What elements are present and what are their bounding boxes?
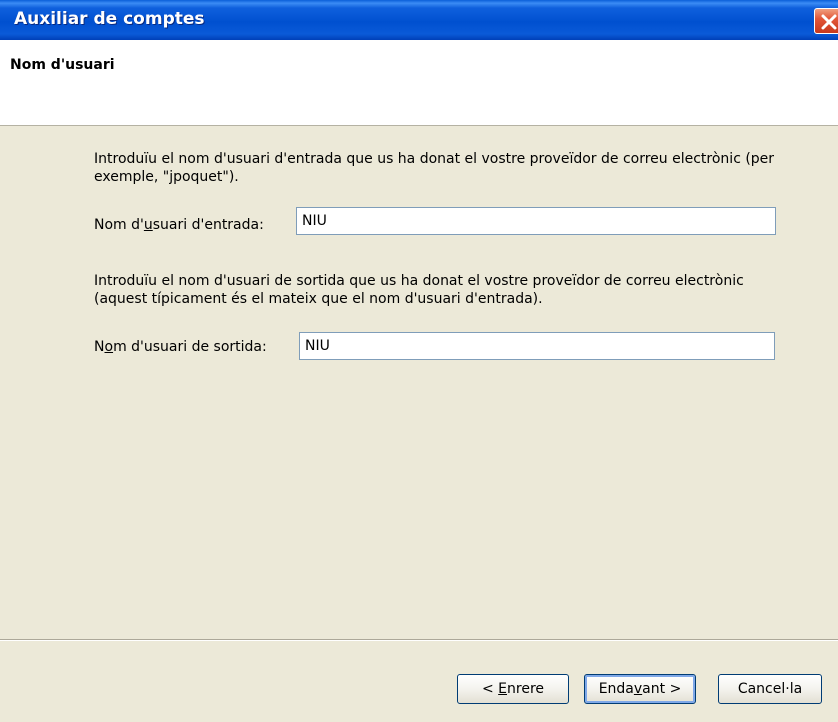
wizard-header: Nom d'usuari [0, 40, 838, 126]
close-button[interactable] [814, 8, 838, 34]
incoming-username-input[interactable] [296, 207, 776, 235]
outgoing-description: Introduïu el nom d'usuari de sortida que… [94, 273, 744, 307]
page-title: Nom d'usuari [10, 57, 115, 73]
outgoing-username-input[interactable] [299, 332, 775, 360]
incoming-accel-key: u [143, 217, 153, 233]
outgoing-username-label: Nom d'usuari de sortida: [94, 339, 267, 355]
back-button[interactable]: < Enrere [457, 674, 569, 704]
outgoing-accel-key: o [104, 339, 114, 355]
cancel-button[interactable]: Cancel·la [718, 674, 822, 704]
window-title: Auxiliar de comptes [14, 9, 205, 29]
wizard-content: Introduïu el nom d'usuari d'entrada que … [0, 127, 838, 639]
footer-divider [0, 639, 838, 641]
incoming-description: Introduïu el nom d'usuari d'entrada que … [94, 151, 775, 185]
next-button[interactable]: Endavant > [584, 674, 696, 704]
title-bar: Auxiliar de comptes [0, 0, 838, 40]
incoming-username-label: Nom d'usuari d'entrada: [94, 217, 264, 233]
close-icon [821, 14, 837, 30]
